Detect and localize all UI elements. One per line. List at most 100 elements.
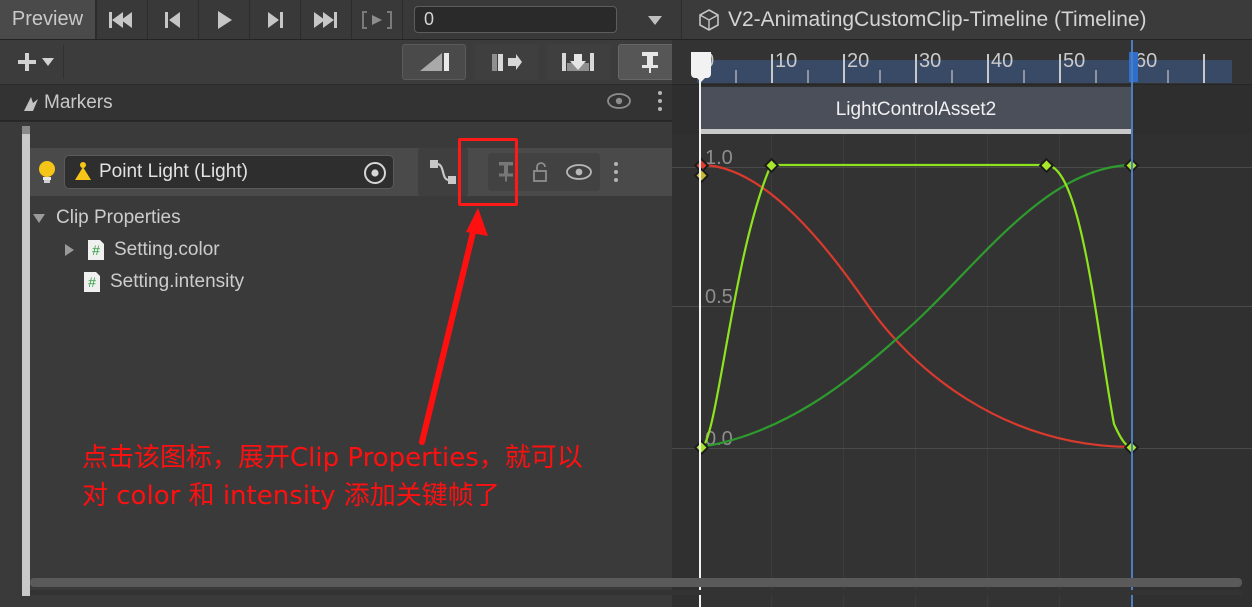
- go-to-start-icon: [109, 11, 132, 28]
- go-to-end-icon: [314, 11, 337, 28]
- clip-track-row: LightControlAsset2: [672, 85, 1252, 135]
- annotation-text: 点击该图标，展开Clip Properties，就可以 对 color 和 in…: [82, 440, 682, 515]
- chevron-down-icon[interactable]: [30, 209, 48, 227]
- timeline-window: Preview 0 V2-AnimatingCustomClip-Timelin…: [0, 0, 1252, 607]
- object-picker-icon[interactable]: [361, 159, 389, 187]
- next-frame-icon: [268, 11, 283, 28]
- ruler-label: 10: [775, 50, 798, 72]
- clip-label: LightControlAsset2: [835, 99, 997, 120]
- annotation-line-2: 对 color 和 intensity 添加关键帧了: [82, 480, 500, 511]
- play-range-icon: [362, 10, 392, 29]
- float-property-icon: #: [84, 272, 100, 292]
- curve-intensity: [700, 163, 1132, 449]
- ripple-edit-icon: [492, 54, 522, 71]
- track-state-buttons: [488, 153, 600, 191]
- curve-plot: [700, 163, 1132, 449]
- ruler-tick: [735, 70, 737, 83]
- track-color-strip: [22, 134, 30, 596]
- float-property-icon: #: [88, 240, 104, 260]
- curve-editor[interactable]: 1.0 0.5 0.0: [672, 40, 1252, 607]
- time-ruler[interactable]: 0 10 20 30 40 50 60: [672, 40, 1252, 85]
- ripple-edit-button[interactable]: [474, 44, 538, 80]
- markers-label: Markers: [44, 91, 113, 113]
- property-row-setting-color[interactable]: # Setting.color: [30, 234, 785, 266]
- replace-edit-icon: [562, 53, 594, 71]
- horizontal-scrollbar[interactable]: [30, 578, 1242, 587]
- eye-icon[interactable]: [565, 163, 593, 181]
- track-header-point-light[interactable]: Point Light (Light): [30, 148, 672, 196]
- property-label: Setting.intensity: [110, 271, 245, 292]
- play-icon: [218, 10, 232, 29]
- play-range-button[interactable]: [352, 0, 402, 39]
- end-marker-line: [1131, 40, 1133, 607]
- curve-color-green: [700, 163, 1132, 449]
- playhead-handle[interactable]: [691, 52, 711, 78]
- mix-mode-button[interactable]: [402, 44, 466, 80]
- unlock-icon[interactable]: [530, 160, 552, 184]
- ruler-label: 20: [847, 50, 870, 72]
- ruler-tick: [1095, 70, 1097, 83]
- property-label: Setting.color: [114, 239, 220, 260]
- ruler-tick: [915, 54, 917, 83]
- ruler-tick: [1059, 54, 1061, 83]
- next-frame-button[interactable]: [250, 0, 300, 39]
- ruler-tick: [771, 54, 773, 83]
- ruler-tick: [951, 70, 953, 83]
- marker-icon: [24, 97, 38, 111]
- ruler-tick: [987, 54, 989, 83]
- go-to-end-button[interactable]: [301, 0, 351, 39]
- pin-icon: [642, 52, 658, 73]
- animation-curves-icon: [430, 160, 456, 184]
- markers-actions: [606, 91, 662, 111]
- curve-color-red: [700, 163, 1132, 449]
- ruler-tick: [879, 70, 881, 83]
- clip-properties-group[interactable]: Clip Properties: [30, 202, 776, 234]
- ruler-label: 60: [1135, 50, 1158, 72]
- ruler-tick: [1167, 70, 1169, 83]
- preview-button[interactable]: Preview: [0, 0, 96, 39]
- light-bulb-icon: [34, 159, 60, 185]
- ruler-tick: [807, 70, 809, 83]
- cube-icon: [699, 8, 719, 31]
- svg-text:#: #: [92, 242, 100, 258]
- light-icon: [73, 161, 93, 183]
- ruler-tick: [1203, 54, 1205, 83]
- kebab-menu-icon[interactable]: [658, 91, 662, 111]
- timeline-asset-title: V2-AnimatingCustomClip-Timeline (Timelin…: [682, 0, 1252, 39]
- frame-field-wrapper: 0: [403, 0, 628, 39]
- eye-icon[interactable]: [606, 92, 632, 110]
- track-list-panel: Point Light (Light) Clip Properties # Se…: [0, 121, 788, 607]
- chevron-down-icon: [42, 58, 54, 66]
- ruler-label: 30: [919, 50, 942, 72]
- track-toolbar: [0, 40, 690, 85]
- previous-frame-button[interactable]: [148, 0, 198, 39]
- go-to-start-button[interactable]: [97, 0, 147, 39]
- svg-text:#: #: [88, 274, 96, 290]
- timeline-title-label: V2-AnimatingCustomClip-Timeline (Timelin…: [728, 7, 1147, 31]
- chevron-down-icon: [647, 15, 662, 25]
- ruler-label: 40: [991, 50, 1014, 72]
- animation-curves-button[interactable]: [418, 148, 468, 196]
- ruler-tick: [1023, 70, 1025, 83]
- pin-icon[interactable]: [495, 160, 517, 184]
- object-field[interactable]: Point Light (Light): [64, 155, 394, 189]
- track-menu-icon[interactable]: [614, 162, 618, 182]
- timecode-mode-dropdown[interactable]: [628, 0, 682, 39]
- frame-input[interactable]: 0: [414, 6, 617, 33]
- object-field-label: Point Light (Light): [99, 161, 248, 182]
- ruler-label: 50: [1063, 50, 1086, 72]
- track-indent-cap: [22, 126, 30, 134]
- chevron-right-icon[interactable]: [60, 241, 78, 259]
- previous-frame-icon: [165, 11, 180, 28]
- replace-edit-button[interactable]: [546, 44, 610, 80]
- markers-track[interactable]: Markers: [0, 85, 672, 121]
- ruler-tick: [843, 54, 845, 83]
- timeline-clip[interactable]: LightControlAsset2: [700, 87, 1132, 133]
- preview-label: Preview: [11, 8, 84, 30]
- clip-properties-label: Clip Properties: [56, 207, 181, 228]
- add-track-button[interactable]: [8, 45, 64, 79]
- playhead-line: [699, 60, 701, 607]
- scrollbar-track[interactable]: [30, 590, 1242, 595]
- play-button[interactable]: [199, 0, 249, 39]
- property-row-setting-intensity[interactable]: # Setting.intensity: [30, 266, 788, 298]
